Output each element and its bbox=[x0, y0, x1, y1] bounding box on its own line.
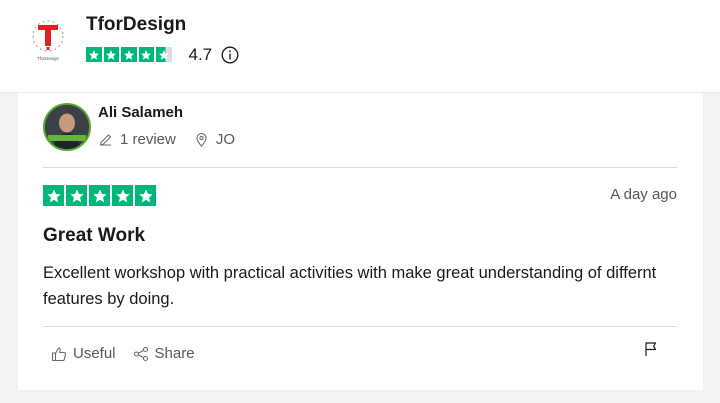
divider bbox=[43, 167, 677, 168]
star-icon bbox=[112, 185, 133, 206]
review-date: A day ago bbox=[610, 186, 677, 203]
flag-icon[interactable] bbox=[643, 341, 659, 357]
company-name[interactable]: TforDesign bbox=[86, 14, 186, 36]
star-icon bbox=[66, 185, 87, 206]
avatar[interactable] bbox=[43, 103, 91, 151]
share-icon bbox=[133, 346, 149, 362]
review-stars bbox=[43, 185, 156, 206]
reviewer-name[interactable]: Ali Salameh bbox=[98, 104, 183, 121]
star-icon bbox=[89, 185, 110, 206]
review-actions: Useful Share bbox=[51, 345, 212, 362]
thumbs-up-icon bbox=[51, 346, 67, 362]
star-icon bbox=[43, 185, 64, 206]
star-icon bbox=[138, 46, 154, 63]
reviewer-country: JO bbox=[215, 131, 236, 148]
share-label: Share bbox=[154, 345, 195, 362]
reviewer-meta: 1 review JO bbox=[98, 131, 235, 148]
rating-stars bbox=[86, 46, 172, 63]
pencil-icon bbox=[98, 132, 113, 147]
company-logo[interactable]: TforDesign bbox=[27, 16, 69, 62]
share-button[interactable]: Share bbox=[133, 345, 195, 362]
info-icon[interactable] bbox=[221, 46, 239, 64]
star-icon bbox=[156, 46, 172, 63]
review-title[interactable]: Great Work bbox=[43, 225, 145, 247]
business-header: TforDesign TforDesign 4.7 bbox=[0, 0, 720, 93]
star-icon bbox=[121, 46, 137, 63]
rating-score: 4.7 bbox=[188, 44, 213, 64]
review-text: Excellent workshop with practical activi… bbox=[43, 264, 657, 308]
divider bbox=[43, 326, 677, 327]
star-icon bbox=[103, 46, 119, 63]
review-card: Ali Salameh 1 review JO A day ago Great … bbox=[18, 93, 703, 390]
svg-text:TforDesign: TforDesign bbox=[37, 56, 60, 61]
star-icon bbox=[135, 185, 156, 206]
star-icon bbox=[86, 46, 102, 63]
useful-label: Useful bbox=[73, 345, 116, 362]
useful-button[interactable]: Useful bbox=[51, 345, 116, 362]
review-count: 1 review bbox=[120, 131, 176, 148]
rating-summary: 4.7 bbox=[86, 45, 239, 64]
location-pin-icon bbox=[194, 132, 209, 147]
